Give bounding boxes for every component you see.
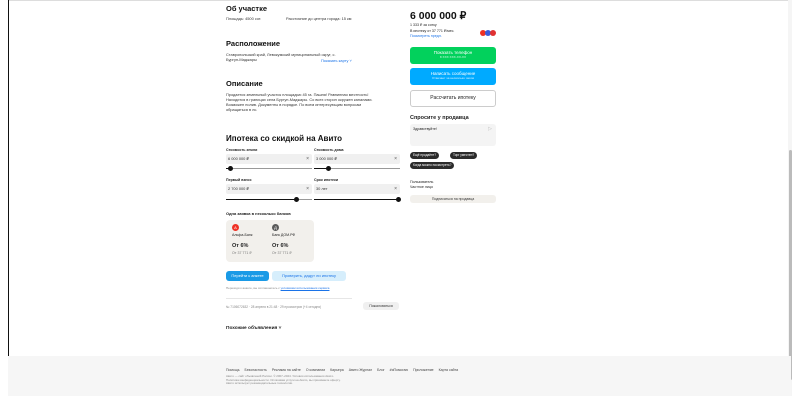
seller-type: Частное лицо	[410, 185, 433, 189]
price: 6 000 000 ₽	[410, 10, 467, 22]
bank-logo-icon	[490, 30, 496, 36]
ask-seller-placeholder: Здравствуйте!	[413, 127, 437, 131]
land-price-slider[interactable]	[226, 166, 312, 171]
legal-line: Авито использует рекомендательные технол…	[226, 381, 293, 386]
bank-name: Альфа-Банк	[232, 233, 253, 237]
description-title: Описание	[226, 79, 263, 88]
subscribe-seller-button[interactable]: Подписаться на продавца	[410, 195, 496, 203]
footer-link[interactable]: Авито Журнал	[349, 368, 372, 372]
price-per-unit: 1 333 ₽ за сотку	[410, 23, 437, 27]
check-mortgage-button[interactable]: Проверить, дадут ли ипотеку	[272, 271, 346, 281]
chip-bargain[interactable]: Торг уместен?	[450, 152, 478, 159]
footer-link[interactable]: Реклама на сайте	[272, 368, 301, 372]
page: Об участке Площадь: 4500 сот. Расстояние…	[0, 0, 794, 396]
down-payment-label: Первый взнос	[226, 178, 252, 182]
consent-text: Переходя к анкете, вы соглашаетесь с усл…	[226, 286, 329, 290]
banks-title: Одна заявка в несколько банков	[226, 211, 291, 216]
chip-when-view[interactable]: Когда можно посмотреть?	[410, 162, 455, 169]
phone-masked: 8 XXX XXX-XX-XX	[439, 55, 467, 59]
alfa-bank-logo-icon: А	[232, 224, 239, 231]
down-payment-value: 2 700 000 ₽	[228, 186, 249, 191]
about-title: Об участке	[226, 4, 268, 13]
bank-rate: От 6%	[232, 243, 249, 249]
show-map-link[interactable]: Показать карту ˅	[321, 58, 352, 63]
land-price-label: Стоимость земли	[226, 148, 258, 152]
down-payment-input[interactable]: 2 700 000 ₽ ×	[226, 184, 312, 194]
slider-knob[interactable]	[294, 197, 299, 202]
footer-link[interactable]: Блог	[377, 368, 385, 372]
bank-payment: От 37 771 ₽	[272, 251, 292, 255]
term-label: Срок ипотеки	[314, 178, 339, 182]
term-input[interactable]: 30 лет ×	[314, 184, 400, 194]
similar-ads-toggle[interactable]: Похожие объявления ˅	[226, 326, 281, 331]
land-price-value: 6 000 000 ₽	[228, 156, 249, 161]
calc-mortgage-button[interactable]: Рассчитать ипотеку	[410, 90, 496, 107]
write-message-button[interactable]: Написать сообщение Отвечает за несколько…	[410, 68, 496, 85]
footer-links: Помощь Безопасность Реклама на сайте О к…	[226, 368, 462, 372]
footer-link[interactable]: Безопасность	[245, 368, 267, 372]
footer-link[interactable]: Приложение	[413, 368, 434, 372]
bank-payment: От 37 771 ₽	[232, 251, 252, 255]
slider-knob[interactable]	[326, 166, 331, 171]
mortgage-note: В ипотеку от 37 771 ₽/мес.	[410, 29, 455, 33]
ask-seller-input[interactable]: Здравствуйте! ▷	[410, 124, 496, 146]
bank-logos	[480, 30, 497, 36]
clear-icon[interactable]: ×	[394, 154, 397, 164]
footer-link[interactable]: Карьера	[330, 368, 344, 372]
chip-still-selling[interactable]: Ещё продаёте?	[410, 152, 439, 159]
house-price-label: Стоимость дома	[314, 148, 344, 152]
scrollbar-thumb[interactable]	[789, 150, 792, 380]
divider	[226, 298, 352, 299]
clear-icon[interactable]: ×	[394, 184, 397, 194]
consent-link[interactable]: условиями использования сервиса	[281, 286, 330, 290]
house-price-input[interactable]: 3 000 000 ₽ ×	[314, 154, 400, 164]
about-area: Площадь: 4500 сот.	[226, 16, 262, 21]
footer-link[interactable]: Помощь	[226, 368, 240, 372]
dom-rf-logo-icon: Д	[272, 224, 279, 231]
footer: Помощь Безопасность Реклама на сайте О к…	[8, 356, 791, 396]
show-phone-button[interactable]: Показать телефон 8 XXX XXX-XX-XX	[410, 47, 496, 64]
slider-knob[interactable]	[228, 166, 233, 171]
top-divider	[8, 0, 791, 1]
bank-rate: От 6%	[272, 243, 289, 249]
house-price-value: 3 000 000 ₽	[316, 156, 337, 161]
complain-button[interactable]: Пожаловаться	[363, 302, 399, 310]
bank-name: Банк ДОМ.РФ	[272, 233, 296, 237]
house-price-slider[interactable]	[314, 166, 400, 171]
mortgage-offers-link[interactable]: Посмотреть предл.	[410, 34, 442, 38]
term-value: 30 лет	[316, 186, 328, 191]
seller-name[interactable]: Пользователь	[410, 180, 433, 184]
term-slider[interactable]	[314, 197, 401, 202]
write-message-sub: Отвечает за несколько часов	[432, 76, 474, 80]
left-border	[8, 0, 9, 396]
down-payment-slider[interactable]	[226, 197, 312, 202]
ad-info: № 7106072632 · 28 апреля в 21:48 · 29 пр…	[226, 305, 322, 309]
ask-seller-title: Спросите у продавца	[410, 115, 469, 121]
clear-icon[interactable]: ×	[306, 154, 309, 164]
footer-link[interactable]: #яПомогаю	[390, 368, 408, 372]
banks-card[interactable]: А Альфа-Банк От 6% От 37 771 ₽ Д Банк ДО…	[226, 220, 314, 262]
clear-icon[interactable]: ×	[306, 184, 309, 194]
footer-link[interactable]: О компании	[306, 368, 325, 372]
go-to-form-button[interactable]: Перейти к анкете	[226, 271, 269, 281]
mortgage-title: Ипотека со скидкой на Авито	[226, 134, 343, 143]
about-distance: Расстояние до центра города: 15 км	[286, 16, 352, 21]
location-title: Расположение	[226, 39, 281, 48]
footer-legal: Авито — сайт объявлений России. © 2007–2…	[226, 374, 526, 386]
description-text: Продается земельный участок площадью 45 …	[226, 92, 372, 112]
location-address-line2: Бургун-Маджары	[226, 57, 257, 62]
send-icon[interactable]: ▷	[488, 126, 492, 132]
footer-link[interactable]: Карта сайта	[439, 368, 459, 372]
description-line: обращаться в лс.	[226, 107, 258, 112]
slider-knob[interactable]	[396, 197, 401, 202]
consent-prefix: Переходя к анкете, вы соглашаетесь с	[226, 286, 281, 290]
land-price-input[interactable]: 6 000 000 ₽ ×	[226, 154, 312, 164]
